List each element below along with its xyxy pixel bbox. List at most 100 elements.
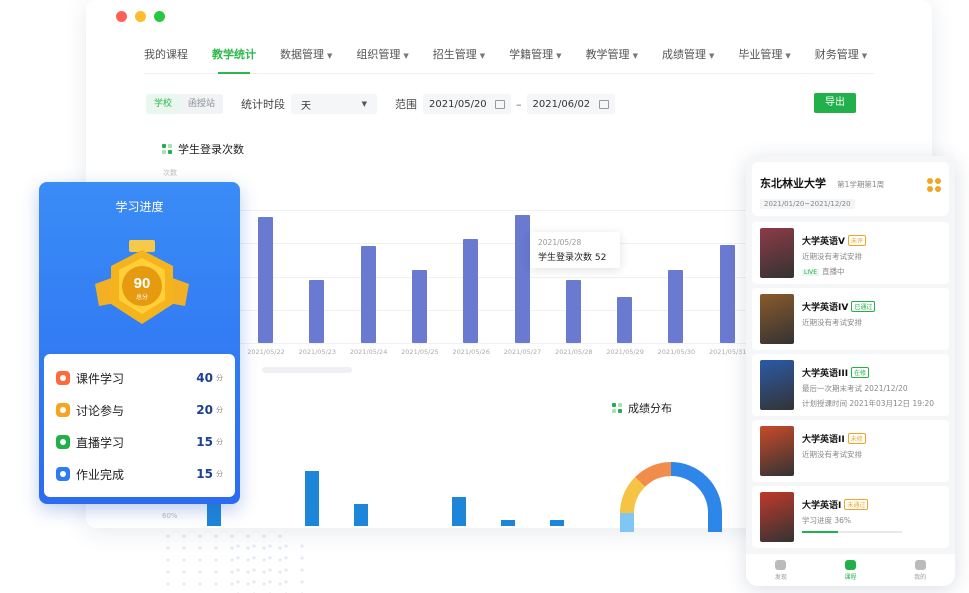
export-button[interactable]: 导出 xyxy=(814,93,856,113)
course-cover-image xyxy=(760,492,794,542)
x-tick-label: 2021/05/28 xyxy=(555,348,593,356)
lower-y-label: 60% xyxy=(162,512,178,520)
nav-item-label: 我的课程 xyxy=(144,47,188,61)
progress-item-unit: 分 xyxy=(216,406,223,414)
course-status-badge: 已通过 xyxy=(851,301,876,312)
course-name-text: 大学英语I xyxy=(802,501,842,511)
filter-bar: 学校 函授站 统计时段 天 ▼ 范围 2021/05/20 – 2021/06/… xyxy=(146,93,872,115)
donut-segment-orange xyxy=(635,462,672,488)
course-status-badge: 在修 xyxy=(851,367,870,378)
chart-scrollbar[interactable] xyxy=(262,367,352,373)
course-name: 大学英语IV 已通过 xyxy=(802,300,876,313)
course-name-text: 大学英语III xyxy=(802,369,849,379)
caret-down-icon: ▼ xyxy=(632,51,638,60)
university-name: 东北林业大学 xyxy=(760,177,826,190)
progress-item-icon xyxy=(56,467,70,481)
nav-item[interactable]: 我的课程 xyxy=(144,36,188,74)
course-name: 大学英语I 未通过 xyxy=(802,498,902,511)
donut-segment-blue xyxy=(670,462,722,514)
lower-chart-bar xyxy=(452,497,466,526)
scope-school-tab[interactable]: 学校 xyxy=(146,94,181,114)
scope-station-tab[interactable]: 函授站 xyxy=(180,94,223,114)
course-name-text: 大学英语V xyxy=(802,237,845,247)
progress-item-label: 直播学习 xyxy=(76,435,125,450)
nav-item[interactable]: 成绩管理 ▼ xyxy=(662,36,714,74)
course-name: 大学英语III 在修 xyxy=(802,366,934,379)
course-detail: 近期没有考试安排 xyxy=(802,252,862,261)
course-card[interactable]: 大学英语II 未修 近期没有考试安排 xyxy=(752,420,949,482)
grade-chart-title-text: 成绩分布 xyxy=(628,402,672,415)
medal-icon: 90 总分 xyxy=(95,240,189,324)
progress-item-label: 课件学习 xyxy=(76,371,125,386)
nav-item[interactable]: 数据管理 ▼ xyxy=(280,36,332,74)
x-tick-label: 2021/05/29 xyxy=(606,348,644,356)
course-status-badge: 未通过 xyxy=(844,499,869,510)
course-info: 大学英语III 在修 最后一次期末考试 2021/12/20 计划授课时间 2021年… xyxy=(802,360,934,410)
course-card[interactable]: 大学英语III 在修 最后一次期末考试 2021/12/20 计划授课时间 2021年… xyxy=(752,354,949,416)
period-select[interactable]: 天 ▼ xyxy=(291,94,378,114)
progress-title: 学习进度 xyxy=(115,200,164,214)
progress-item-value: 15 xyxy=(196,435,213,449)
tab-icon xyxy=(775,559,787,570)
nav-item[interactable]: 组织管理 ▼ xyxy=(356,36,408,74)
caret-down-icon: ▼ xyxy=(327,51,333,60)
nav-item-label: 数据管理 xyxy=(280,47,324,61)
medal-score: 90 xyxy=(134,275,151,292)
chart-icon xyxy=(162,144,172,154)
course-info: 大学英语V 未评 近期没有考试安排 LIVE 直播中 xyxy=(802,228,866,278)
course-card[interactable]: 大学英语V 未评 近期没有考试安排 LIVE 直播中 xyxy=(752,222,949,284)
tooltip-value: 学生登录次数 52 xyxy=(538,253,607,263)
period-value: 天 xyxy=(301,100,312,112)
tab-2[interactable]: 我的 xyxy=(914,559,926,581)
course-detail-text: 计划授课时间 2021年03月12日 19:20 xyxy=(802,399,935,408)
date-to-field[interactable]: 2021/06/02 xyxy=(526,94,615,114)
course-progress-bar xyxy=(802,531,902,533)
login-chart-title-text: 学生登录次数 xyxy=(178,143,244,156)
nav-item[interactable]: 教学管理 ▼ xyxy=(586,36,638,74)
grade-donut xyxy=(620,462,722,532)
nav-item[interactable]: 教学统计 xyxy=(212,36,256,74)
term-range: 2021/01/20~2021/12/20 xyxy=(760,199,855,209)
chart-gridline xyxy=(186,309,782,311)
range-separator: – xyxy=(516,97,522,111)
course-detail: 近期没有考试安排 xyxy=(802,450,862,459)
chart-bar xyxy=(719,245,735,343)
chart-gridline xyxy=(186,243,782,245)
progress-item-value: 15 xyxy=(196,467,213,481)
progress-item-unit: 分 xyxy=(216,470,223,478)
tab-1[interactable]: 课程 xyxy=(844,559,857,581)
nav-item[interactable]: 学籍管理 ▼ xyxy=(509,36,561,74)
course-card[interactable]: 大学英语I 未通过 学习进度 36% xyxy=(752,486,949,548)
nav-item[interactable]: 财务管理 ▼ xyxy=(815,36,867,74)
live-badge: LIVE xyxy=(802,269,820,276)
calendar-icon xyxy=(598,99,609,109)
nav-item-label: 成绩管理 xyxy=(661,47,706,61)
progress-item-label: 讨论参与 xyxy=(76,403,125,418)
maximize-dot[interactable] xyxy=(154,11,165,22)
lower-chart-bar xyxy=(501,520,515,526)
tab-label: 课程 xyxy=(844,573,857,581)
minimize-dot[interactable] xyxy=(135,11,146,22)
nav-item-label: 财务管理 xyxy=(814,47,859,61)
progress-item-icon xyxy=(56,371,70,385)
decor-dots xyxy=(230,540,310,593)
chart-bar xyxy=(309,280,325,343)
chart-bar xyxy=(360,246,376,343)
lower-chart-bar xyxy=(550,520,564,526)
tab-0[interactable]: 发现 xyxy=(775,559,787,581)
nav-item[interactable]: 毕业管理 ▼ xyxy=(738,36,790,74)
chevron-down-icon: ▼ xyxy=(361,100,368,108)
close-dot[interactable] xyxy=(116,11,127,22)
date-from-field[interactable]: 2021/05/20 xyxy=(423,94,512,114)
course-card[interactable]: 大学英语IV 已通过 近期没有考试安排 xyxy=(752,288,949,350)
course-cover-image xyxy=(760,426,794,476)
x-tick-label: 2021/05/22 xyxy=(247,348,285,356)
course-detail: LIVE 直播中 xyxy=(802,266,866,277)
tab-icon xyxy=(914,559,926,570)
apps-icon[interactable] xyxy=(927,178,941,192)
chart-bar xyxy=(258,217,273,343)
nav-item[interactable]: 招生管理 ▼ xyxy=(433,36,485,74)
date-from-value: 2021/05/20 xyxy=(429,98,487,110)
period-label: 统计时段 xyxy=(241,98,286,111)
chart-gridline xyxy=(186,210,782,211)
